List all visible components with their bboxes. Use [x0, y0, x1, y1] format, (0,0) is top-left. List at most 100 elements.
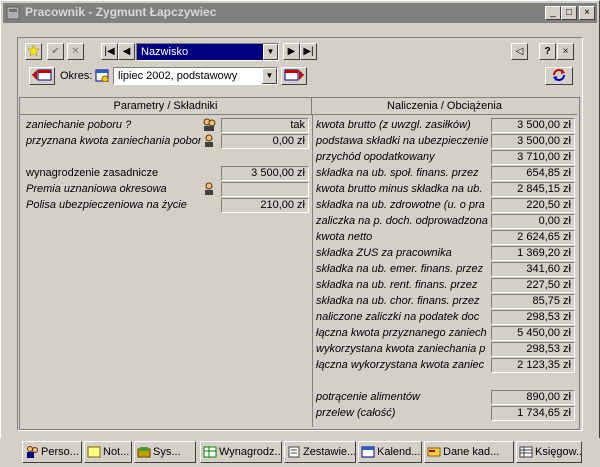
- chevron-down-icon[interactable]: ▼: [263, 44, 278, 60]
- new-record-button[interactable]: [25, 43, 42, 60]
- title-bar[interactable]: Pracownik - Zygmunt Łapczywiec _ □ ×: [3, 3, 597, 23]
- person-icon: [205, 134, 213, 147]
- nav-field-select[interactable]: Nazwisko ▼: [136, 43, 279, 61]
- task-label: Perso...: [41, 446, 79, 458]
- calendar-icon: [361, 446, 375, 458]
- result-row: przelew (całość) 1 734,65 zł: [316, 406, 576, 422]
- param-label: zaniechanie poboru ?: [26, 119, 132, 131]
- okres-select[interactable]: lipiec 2002, podstawowy ▼: [113, 67, 278, 85]
- result-value: 2 845,15 zł: [491, 182, 575, 197]
- param-row: zaniechanie poboru ? tak: [26, 118, 309, 134]
- result-row: podstawa składki na ubezpieczenie 3 500,0…: [316, 134, 576, 150]
- task-label: Dane kad...: [443, 446, 500, 458]
- result-row: składka na ub. chor. finans. przez 85,75 …: [316, 294, 576, 310]
- param-label: Polisa ubezpieczeniowa na życie: [26, 199, 187, 211]
- task-button-ksiegowosc[interactable]: Księgow...: [516, 441, 582, 463]
- param-value[interactable]: [221, 182, 309, 197]
- spreadsheet-icon: [203, 446, 217, 458]
- okres-value: lipiec 2002, podstawowy: [118, 70, 238, 82]
- minimize-button[interactable]: _: [545, 6, 561, 20]
- result-value: 2 123,35 zł: [491, 358, 575, 373]
- result-label: zaliczka na p. doch. odprowadzona: [316, 215, 488, 227]
- result-value: 1 369,20 zł: [491, 246, 575, 261]
- chevron-down-icon[interactable]: ▼: [262, 68, 277, 84]
- close-window-button[interactable]: ×: [579, 6, 595, 20]
- result-row: przychód opodatkowany 3 710,00 zł: [316, 150, 576, 166]
- param-value[interactable]: 210,00 zł: [221, 198, 309, 213]
- task-button-dane-kadrowe[interactable]: Dane kad...: [424, 441, 514, 463]
- result-label: kwota netto: [316, 231, 373, 243]
- param-row: wynagrodzenie zasadnicze 3 500,00 zł: [26, 166, 309, 182]
- result-label: składka na ub. zdrowotne (u. o pra: [316, 199, 485, 211]
- result-row: składka ZUS za pracownika 1 369,20 zł: [316, 246, 576, 262]
- task-button-zestawienia[interactable]: Zestawie...: [284, 441, 356, 463]
- data-grid: Parametry / Składniki Naliczenia / Obcią…: [19, 97, 580, 430]
- param-value[interactable]: 0,00 zł: [221, 134, 309, 149]
- calendar-next-icon: [284, 69, 304, 81]
- param-row: przyznana kwota zaniechania poboru 0,00 …: [26, 134, 309, 150]
- result-value: 298,53 zł: [491, 310, 575, 325]
- task-button-personal[interactable]: Perso...: [22, 441, 82, 463]
- star-icon: [27, 44, 40, 57]
- result-label: składka ZUS za pracownika: [316, 247, 452, 259]
- task-label: Not...: [103, 446, 130, 458]
- task-label: Kalend...: [377, 446, 421, 458]
- result-value: 1 734,65 zł: [491, 406, 575, 421]
- last-icon: ▶|: [303, 46, 314, 57]
- result-value: 220,50 zł: [491, 198, 575, 213]
- task-button-notes[interactable]: Not...: [84, 441, 132, 463]
- calendar-prev-icon: [32, 69, 52, 81]
- result-row: zaliczka na p. doch. odprowadzona 0,00 zł: [316, 214, 576, 230]
- result-row: potrącenie alimentów 890,00 zł: [316, 390, 576, 406]
- param-value[interactable]: tak: [221, 118, 309, 133]
- result-label: przelew (całość): [316, 407, 396, 419]
- result-value: 298,53 zł: [491, 342, 575, 357]
- param-value[interactable]: 3 500,00 zł: [221, 166, 309, 181]
- task-button-wynagrodzenia[interactable]: Wynagrodz...: [200, 441, 282, 463]
- task-label: Zestawie...: [303, 446, 356, 458]
- card-icon: [427, 447, 441, 457]
- result-row: składka na ub. zdrowotne (u. o pra 220,50…: [316, 198, 576, 214]
- param-row: Polisa ubezpieczeniowa na życie 210,00 z…: [26, 198, 309, 214]
- result-value: 654,85 zł: [491, 166, 575, 181]
- param-label: Premia uznaniowa okresowa: [26, 183, 167, 195]
- first-icon: |◀: [104, 46, 115, 57]
- first-record-button[interactable]: |◀: [101, 43, 118, 60]
- task-button-system[interactable]: Sys...: [134, 441, 196, 463]
- result-row: łączna kwota przyznanego zaniech 5 450,00…: [316, 326, 576, 342]
- task-button-kalendarz[interactable]: Kalend...: [358, 441, 422, 463]
- help-button[interactable]: ?: [539, 43, 556, 60]
- app-icon: [6, 6, 20, 20]
- prev-period-button[interactable]: [29, 67, 55, 85]
- param-row: Premia uznaniowa okresowa: [26, 182, 309, 198]
- last-record-button[interactable]: ▶|: [300, 43, 317, 60]
- prev-record-button[interactable]: ◀: [118, 43, 135, 60]
- accept-button[interactable]: ✔: [47, 43, 64, 60]
- maximize-button[interactable]: □: [561, 6, 577, 20]
- result-label: składka na ub. emer. finans. przez: [316, 263, 484, 275]
- result-row: składka na ub. rent. finans. przez 227,50…: [316, 278, 576, 294]
- recalculate-button[interactable]: [545, 67, 573, 85]
- result-value: 0,00 zł: [491, 214, 575, 229]
- back-button[interactable]: ◁: [511, 43, 528, 60]
- result-row: wykorzystana kwota zaniechania p 298,53 z…: [316, 342, 576, 358]
- param-label: wynagrodzenie zasadnicze: [26, 167, 159, 179]
- result-label: kwota brutto (z uwzgl. zasiłków): [316, 119, 471, 131]
- result-row: kwota brutto (z uwzgl. zasiłków) 3 500,00…: [316, 118, 576, 134]
- x-icon: ✕: [71, 46, 80, 57]
- note-icon: [87, 446, 101, 458]
- next-period-button[interactable]: [281, 67, 307, 85]
- result-value: 3 710,00 zł: [491, 150, 575, 165]
- result-row: składka na ub. emer. finans. przez 341,60…: [316, 262, 576, 278]
- person-icon: [205, 182, 213, 195]
- result-value: 341,60 zł: [491, 262, 575, 277]
- main-window: Pracownik - Zygmunt Łapczywiec _ □ × ✔ ✕…: [0, 0, 600, 467]
- cancel-button[interactable]: ✕: [67, 43, 84, 60]
- result-value: 5 450,00 zł: [491, 326, 575, 341]
- result-label: składka na ub. chor. finans. przez: [316, 295, 480, 307]
- result-row: kwota netto 2 624,65 zł: [316, 230, 576, 246]
- close-form-button[interactable]: ×: [557, 43, 574, 60]
- next-record-button[interactable]: ▶: [283, 43, 300, 60]
- result-value: 85,75 zł: [491, 294, 575, 309]
- okres-label: Okres:: [60, 70, 93, 82]
